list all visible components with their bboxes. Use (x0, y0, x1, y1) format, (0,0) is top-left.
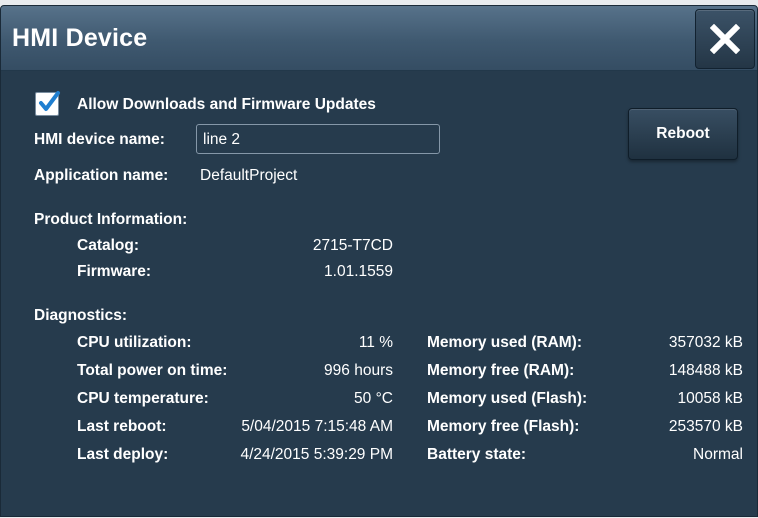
diag-left-value: 4/24/2015 5:39:29 PM (240, 446, 393, 463)
diagnostics-heading: Diagnostics: (34, 307, 128, 324)
diag-right-value: Normal (693, 446, 743, 463)
title-bar: HMI Device (1, 6, 757, 71)
firmware-label: Firmware: (77, 263, 152, 280)
application-name-label: Application name: (34, 167, 169, 184)
checkmark-icon (39, 91, 60, 111)
diag-right-label: Memory free (Flash): (427, 418, 580, 435)
diag-right-label: Memory free (RAM): (427, 362, 575, 379)
diag-right-label: Memory used (RAM): (427, 334, 583, 351)
hmi-device-dialog: HMI Device Allow Downloads and Firmware … (0, 5, 758, 517)
firmware-value: 1.01.1559 (324, 263, 393, 280)
diag-left-label: CPU utilization: (77, 334, 192, 351)
product-info-heading: Product Information: (34, 211, 188, 228)
diag-right-label: Memory used (Flash): (427, 390, 588, 407)
reboot-button[interactable]: Reboot (628, 108, 738, 160)
allow-downloads-label[interactable]: Allow Downloads and Firmware Updates (77, 96, 376, 114)
close-icon (710, 24, 740, 54)
close-button[interactable] (695, 9, 755, 69)
diag-left-value: 50 °C (354, 390, 393, 407)
allow-downloads-checkbox[interactable] (35, 91, 60, 116)
catalog-value: 2715-T7CD (312, 237, 393, 254)
diag-left-value: 996 hours (324, 362, 393, 379)
diag-right-value: 148488 kB (668, 362, 743, 379)
diag-left-label: Last deploy: (77, 446, 169, 463)
catalog-label: Catalog: (77, 237, 139, 254)
device-name-label: HMI device name: (34, 131, 165, 148)
dialog-title: HMI Device (12, 24, 148, 52)
diag-right-value: 357032 kB (668, 334, 743, 351)
application-name-value: DefaultProject (200, 167, 298, 184)
diag-left-value: 5/04/2015 7:15:48 AM (241, 418, 393, 435)
diag-right-label: Battery state: (427, 446, 527, 463)
diag-left-value: 11 % (358, 334, 393, 351)
diag-right-value: 10058 kB (677, 390, 744, 407)
diag-right-value: 253570 kB (668, 418, 743, 435)
diag-left-label: CPU temperature: (77, 390, 209, 407)
diag-left-label: Last reboot: (77, 418, 167, 435)
device-name-input[interactable]: line 2 (196, 124, 440, 154)
